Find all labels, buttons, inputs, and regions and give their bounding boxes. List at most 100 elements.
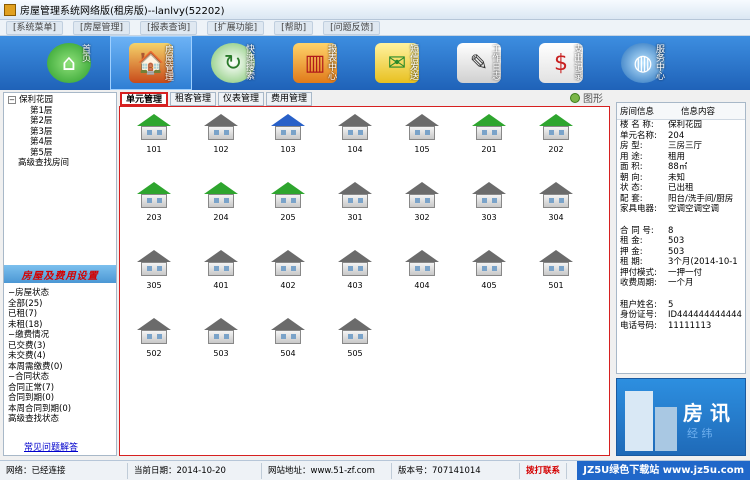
tree-floor-1[interactable]: 第1层 — [8, 106, 112, 117]
house-icon — [275, 262, 301, 276]
menu-extensions[interactable]: [扩展功能] — [207, 20, 265, 35]
room-number: 105 — [414, 145, 430, 154]
menu-reports[interactable]: [报表查询] — [140, 20, 198, 35]
room-502[interactable]: 502 — [129, 314, 179, 364]
tree-floor-3[interactable]: 第3层 — [8, 127, 112, 138]
info-key: 身份证号: — [620, 310, 657, 320]
room-101[interactable]: 101 — [129, 110, 179, 160]
toolbar-reports-button[interactable]: ▥ 报表中心 — [274, 36, 356, 90]
tree-root[interactable]: − 保利花园 — [8, 95, 112, 106]
faq-link[interactable]: 常见问题解答 — [24, 440, 78, 453]
tree-advanced-status[interactable]: 高级查找状态 — [8, 414, 112, 425]
room-grid: 101 102 103 104 105 201 202 203 204 205 301 302 303 3… — [119, 106, 610, 456]
tab-unit-management[interactable]: 单元管理 — [120, 92, 169, 106]
ad-banner[interactable]: 房 讯 经 纬 — [616, 378, 746, 456]
tree-contract-expiring[interactable]: 本周合同到期(0) — [8, 404, 112, 415]
tree-payment[interactable]: −缴费情况 — [8, 330, 112, 341]
house-icon — [275, 194, 301, 208]
room-204[interactable]: 204 — [196, 178, 246, 228]
title-bar: 房屋管理系统网络版(租房版)--lanlvy(52202) — [0, 0, 750, 20]
tree-advanced-search[interactable]: 高级查找房间 — [8, 158, 112, 169]
tree-unpaid[interactable]: 未交费(4) — [8, 351, 112, 362]
toolbar-expense-button[interactable]: $ 支出记录 — [520, 36, 602, 90]
menu-help[interactable]: [帮助] — [274, 20, 314, 35]
info-key: 状 态: — [620, 183, 643, 193]
house-roof-icon — [204, 250, 238, 262]
tree-label: 缴费情况 — [15, 330, 50, 340]
info-value: 503 — [668, 236, 685, 246]
room-202[interactable]: 202 — [531, 110, 581, 160]
info-key: 电话号码: — [620, 320, 657, 331]
room-504[interactable]: 504 — [263, 314, 313, 364]
toolbar-log-button[interactable]: ✎ 工作日志 — [438, 36, 520, 90]
menu-system[interactable]: [系统菜单] — [6, 20, 64, 35]
tree-status-vacant[interactable]: 未租(18) — [8, 320, 112, 331]
tree-contract-expired[interactable]: 合同到期(0) — [8, 393, 112, 404]
left-panel: − 保利花园 第1层 第2层 第3层 第4层 第5层 高级查找房间 房屋及费用设置… — [3, 92, 117, 456]
room-303[interactable]: 303 — [464, 178, 514, 228]
room-404[interactable]: 404 — [397, 246, 447, 296]
room-501[interactable]: 501 — [531, 246, 581, 296]
room-number: 301 — [347, 213, 363, 222]
room-401[interactable]: 401 — [196, 246, 246, 296]
tree-contract-normal[interactable]: 合同正常(7) — [8, 383, 112, 394]
room-503[interactable]: 503 — [196, 314, 246, 364]
info-key: 押付模式: — [620, 267, 657, 278]
room-405[interactable]: 405 — [464, 246, 514, 296]
house-icon — [208, 126, 234, 140]
info-key: 配 套: — [620, 193, 643, 204]
room-105[interactable]: 105 — [397, 110, 447, 160]
settings-banner[interactable]: 房屋及费用设置 — [4, 265, 116, 283]
room-402[interactable]: 402 — [263, 246, 313, 296]
room-304[interactable]: 304 — [531, 178, 581, 228]
room-305[interactable]: 305 — [129, 246, 179, 296]
tree-floor-2[interactable]: 第2层 — [8, 116, 112, 127]
tree-floor-5[interactable]: 第5层 — [8, 148, 112, 159]
tree-paid[interactable]: 已交费(3) — [8, 341, 112, 352]
room-203[interactable]: 203 — [129, 178, 179, 228]
settings-banner-label: 房屋及费用设置 — [21, 270, 99, 282]
room-505[interactable]: 505 — [330, 314, 380, 364]
tree-house-status[interactable]: −房屋状态 — [8, 288, 112, 299]
room-301[interactable]: 301 — [330, 178, 380, 228]
version-number: 版本号：707141014 — [392, 462, 520, 479]
tab-strip: 单元管理 租客管理 仪表管理 费用管理 — [120, 92, 313, 106]
tree-due-this-week[interactable]: 本周需缴费(0) — [8, 362, 112, 373]
room-302[interactable]: 302 — [397, 178, 447, 228]
room-number: 502 — [146, 349, 162, 358]
tab-tenant-management[interactable]: 租客管理 — [170, 92, 217, 106]
room-number: 501 — [548, 281, 564, 290]
toolbar-search-button[interactable]: ↻ 快速搜索 — [192, 36, 274, 90]
info-value: 未知 — [668, 172, 686, 183]
room-info-panel: 房间信息 信息内容 楼 名 称: 保利花园 单元名称: 204 房 型: 三房三厅用 途:… — [616, 102, 746, 374]
tree-floor-4[interactable]: 第4层 — [8, 137, 112, 148]
menu-feedback[interactable]: [问题反馈] — [323, 20, 381, 35]
graph-view-toggle[interactable]: 图形 — [570, 90, 603, 105]
room-403[interactable]: 403 — [330, 246, 380, 296]
info-key: 押 金: — [620, 246, 643, 257]
room-201[interactable]: 201 — [464, 110, 514, 160]
toolbar-house-button[interactable]: 🏠 房屋管理 — [110, 36, 192, 90]
house-roof-icon — [271, 250, 305, 262]
house-roof-icon — [405, 114, 439, 126]
contact-phone[interactable]: 拨打联系 — [520, 462, 568, 479]
info-key: 收费周期: — [620, 278, 657, 288]
toolbar-service-button[interactable]: ◍ 服务中心 — [602, 36, 684, 90]
menu-house[interactable]: [房屋管理] — [73, 20, 131, 35]
tree-status-all[interactable]: 全部(25) — [8, 299, 112, 310]
tab-fee-management[interactable]: 费用管理 — [266, 92, 313, 106]
room-205[interactable]: 205 — [263, 178, 313, 228]
house-roof-icon — [472, 114, 506, 126]
tree-status-rented[interactable]: 已租(7) — [8, 309, 112, 320]
room-102[interactable]: 102 — [196, 110, 246, 160]
room-103[interactable]: 103 — [263, 110, 313, 160]
toolbar-home-button[interactable]: ⌂ 首页 — [28, 36, 110, 90]
house-icon — [275, 126, 301, 140]
house-roof-icon — [137, 182, 171, 194]
collapse-icon[interactable]: − — [8, 96, 16, 105]
tree-contract[interactable]: −合同状态 — [8, 372, 112, 383]
info-value: 一个月 — [668, 278, 694, 288]
tab-meter-management[interactable]: 仪表管理 — [218, 92, 265, 106]
room-104[interactable]: 104 — [330, 110, 380, 160]
toolbar-sms-button[interactable]: ✉ 短信发送 — [356, 36, 438, 90]
